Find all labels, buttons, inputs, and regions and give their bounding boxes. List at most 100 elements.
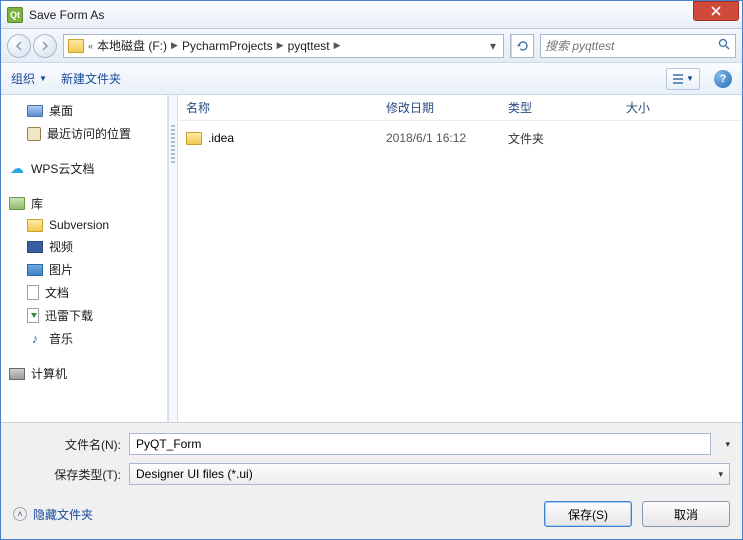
folder-icon	[27, 219, 43, 232]
file-pane: 名称 修改日期 类型 大小 .idea 2018/6/1 16:12 文件夹	[178, 95, 742, 422]
filetype-combo[interactable]: Designer UI files (*.ui) ▾	[129, 463, 730, 485]
sidebar-item-recent[interactable]: 最近访问的位置	[3, 122, 165, 145]
sidebar-label: 文档	[45, 284, 69, 301]
address-bar[interactable]: « 本地磁盘 (F:) ▶ PycharmProjects ▶ pyqttest…	[63, 34, 504, 58]
refresh-icon	[516, 39, 530, 53]
close-button[interactable]	[693, 1, 739, 21]
arrow-left-icon	[14, 41, 24, 51]
cancel-button[interactable]: 取消	[642, 501, 730, 527]
save-label: 保存(S)	[568, 506, 608, 523]
library-icon	[9, 197, 25, 210]
breadcrumb-prefix: «	[88, 41, 93, 51]
save-dialog: Qt Save Form As « 本地磁盘 (F:) ▶ PycharmPro…	[0, 0, 743, 540]
sidebar-item-thunder[interactable]: 迅雷下载	[3, 304, 165, 327]
dialog-body: 桌面 最近访问的位置 ☁ WPS云文档 库 Subversion 视频 图片 文档…	[1, 95, 742, 422]
breadcrumb-project[interactable]: PycharmProjects	[182, 39, 273, 53]
sidebar: 桌面 最近访问的位置 ☁ WPS云文档 库 Subversion 视频 图片 文档…	[1, 95, 168, 422]
breadcrumb-drive[interactable]: 本地磁盘 (F:)	[97, 37, 167, 54]
back-button[interactable]	[7, 34, 31, 58]
search-box[interactable]	[540, 34, 736, 58]
chevron-down-icon: ▼	[39, 74, 47, 83]
file-type: 文件夹	[508, 130, 626, 147]
sidebar-label: 最近访问的位置	[47, 125, 131, 142]
close-icon	[711, 6, 721, 16]
video-icon	[27, 241, 43, 253]
sidebar-item-pictures[interactable]: 图片	[3, 258, 165, 281]
splitter-grip-icon	[171, 125, 175, 165]
hide-folders-toggle[interactable]: ˄ 隐藏文件夹	[13, 506, 93, 523]
window-title: Save Form As	[29, 8, 104, 22]
recent-icon	[27, 127, 41, 141]
filetype-value: Designer UI files (*.ui)	[136, 467, 253, 481]
image-icon	[27, 264, 43, 276]
chevron-right-icon[interactable]: ▶	[334, 40, 341, 51]
sidebar-item-subversion[interactable]: Subversion	[3, 215, 165, 235]
new-folder-button[interactable]: 新建文件夹	[61, 70, 121, 87]
drive-icon	[68, 39, 84, 53]
column-size[interactable]: 大小	[626, 99, 742, 116]
toolbar: 组织 ▼ 新建文件夹 ▼ ?	[1, 63, 742, 95]
splitter[interactable]	[168, 95, 178, 422]
sidebar-label: 迅雷下载	[45, 307, 93, 324]
organize-button[interactable]: 组织 ▼	[11, 70, 47, 87]
search-input[interactable]	[545, 39, 718, 53]
help-button[interactable]: ?	[714, 70, 732, 88]
filename-dropdown-icon[interactable]: ▾	[719, 439, 730, 450]
sidebar-label: 库	[31, 195, 43, 212]
cancel-label: 取消	[674, 506, 698, 523]
cloud-icon: ☁	[9, 161, 25, 177]
chevron-up-icon: ˄	[13, 507, 27, 521]
sidebar-item-documents[interactable]: 文档	[3, 281, 165, 304]
sidebar-item-music[interactable]: ♪ 音乐	[3, 327, 165, 350]
filetype-label: 保存类型(T):	[13, 466, 121, 483]
view-mode-button[interactable]: ▼	[666, 68, 700, 90]
filename-label: 文件名(N):	[13, 436, 121, 453]
sidebar-item-video[interactable]: 视频	[3, 235, 165, 258]
column-date[interactable]: 修改日期	[386, 99, 508, 116]
chevron-down-icon: ▼	[686, 74, 694, 83]
desktop-icon	[27, 105, 43, 117]
chevron-right-icon[interactable]: ▶	[171, 40, 178, 51]
arrow-right-icon	[40, 41, 50, 51]
file-list[interactable]: .idea 2018/6/1 16:12 文件夹	[178, 121, 742, 422]
chevron-down-icon: ▾	[712, 469, 723, 480]
download-icon	[27, 308, 39, 323]
folder-icon	[186, 132, 202, 145]
file-row[interactable]: .idea 2018/6/1 16:12 文件夹	[186, 127, 734, 149]
file-name: .idea	[208, 131, 234, 145]
sidebar-label: WPS云文档	[31, 160, 94, 177]
document-icon	[27, 285, 39, 300]
organize-label: 组织	[11, 70, 35, 87]
sidebar-label: 音乐	[49, 330, 73, 347]
sidebar-item-computer[interactable]: 计算机	[3, 362, 165, 385]
titlebar: Qt Save Form As	[1, 1, 742, 29]
nav-row: « 本地磁盘 (F:) ▶ PycharmProjects ▶ pyqttest…	[1, 29, 742, 63]
column-name[interactable]: 名称	[186, 99, 386, 116]
computer-icon	[9, 368, 25, 380]
sidebar-label: 桌面	[49, 102, 73, 119]
column-type[interactable]: 类型	[508, 99, 626, 116]
list-view-icon	[672, 74, 684, 84]
breadcrumb-folder[interactable]: pyqttest	[288, 39, 330, 53]
sidebar-label: Subversion	[49, 218, 109, 232]
address-dropdown-icon[interactable]: ▾	[487, 39, 499, 53]
music-icon: ♪	[27, 331, 43, 347]
sidebar-label: 视频	[49, 238, 73, 255]
sidebar-group-library[interactable]: 库	[3, 192, 165, 215]
hide-folders-label: 隐藏文件夹	[33, 506, 93, 523]
column-headers: 名称 修改日期 类型 大小	[178, 95, 742, 121]
forward-button[interactable]	[33, 34, 57, 58]
new-folder-label: 新建文件夹	[61, 70, 121, 87]
sidebar-item-desktop[interactable]: 桌面	[3, 99, 165, 122]
chevron-right-icon[interactable]: ▶	[277, 40, 284, 51]
qt-app-icon: Qt	[7, 7, 23, 23]
refresh-button[interactable]	[511, 35, 533, 57]
sidebar-item-wps[interactable]: ☁ WPS云文档	[3, 157, 165, 180]
file-date: 2018/6/1 16:12	[386, 131, 508, 145]
save-button[interactable]: 保存(S)	[544, 501, 632, 527]
search-icon[interactable]	[718, 38, 731, 54]
filename-input[interactable]	[129, 433, 711, 455]
sidebar-label: 计算机	[31, 365, 67, 382]
form-area: 文件名(N): ▾ 保存类型(T): Designer UI files (*.…	[1, 422, 742, 539]
sidebar-label: 图片	[49, 261, 73, 278]
